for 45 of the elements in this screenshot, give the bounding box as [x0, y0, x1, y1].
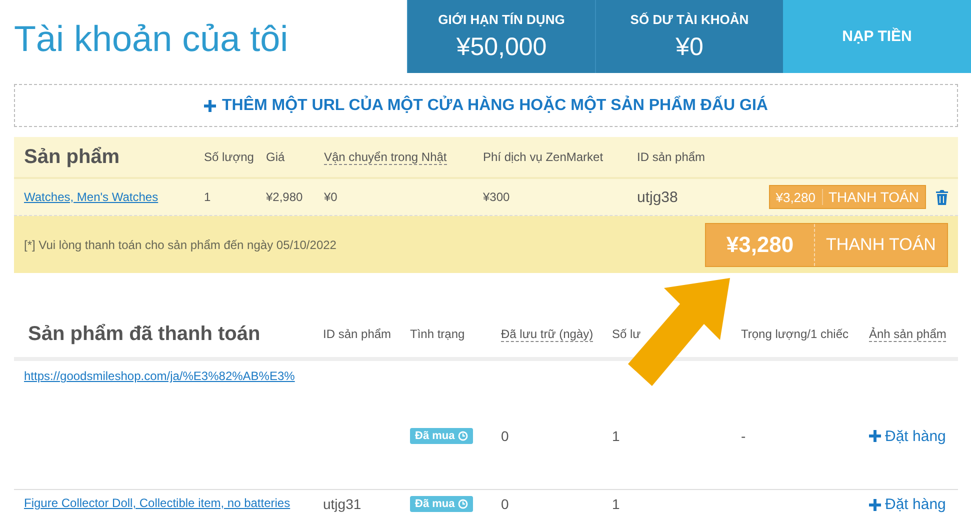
column-header: Vận chuyển trong Nhật [324, 150, 447, 164]
product-link[interactable]: Watches, Men's Watches [24, 190, 158, 204]
table-cell: utjg38 [637, 188, 678, 206]
column-header: Phí dịch vụ ZenMarket [483, 150, 604, 164]
stat-label: SỐ DƯ TÀI KHOẢN [630, 12, 749, 27]
column-header: Đã lưu trữ (ngày) [501, 326, 594, 342]
table-cell: 1 [204, 190, 211, 204]
status-badge: Đã mua [410, 496, 473, 512]
column-header: ID sản phẩm [323, 327, 392, 341]
stat-value: ¥50,000 [456, 33, 547, 62]
table-cell: 1 [612, 428, 620, 444]
table-cell: ¥0 [324, 190, 338, 204]
column-header: Tình trạng [410, 327, 465, 341]
clock-icon [458, 499, 468, 509]
column-header: Giá [266, 150, 285, 164]
product-link[interactable]: https://goodsmileshop.com/ja/%E3%82%AB%E3% [24, 369, 958, 383]
clock-icon [458, 431, 468, 441]
order-button[interactable]: Đặt hàng [869, 428, 946, 444]
plus-icon [869, 430, 881, 442]
stat-value: ¥0 [676, 33, 704, 62]
column-header: ID sản phẩm [637, 150, 706, 164]
stat-label: GIỚI HẠN TÍN DỤNG [438, 12, 565, 27]
table-cell: ¥300 [483, 190, 510, 204]
section-title: Sản phẩm [24, 146, 120, 168]
plus-icon [204, 100, 216, 112]
table-cell: 0 [501, 428, 509, 444]
table-cell: - [741, 428, 746, 444]
column-header: Trọng lượng/1 chiếc [741, 327, 849, 341]
top-up-button[interactable]: NẠP TIỀN [783, 0, 971, 73]
column-header: Số lư [612, 327, 641, 341]
order-button[interactable]: Đặt hàng [869, 496, 946, 513]
product-link[interactable]: Figure Collector Doll, Collectible item, no batteries [24, 496, 323, 510]
table-cell: 1 [612, 496, 620, 512]
column-header: Số lượng [204, 150, 254, 164]
trash-icon[interactable] [936, 190, 948, 204]
payment-note: [*] Vui lòng thanh toán cho sản phẩm đến ngày 05/10/2022 [24, 238, 336, 252]
table-cell: ¥2,980 [266, 190, 303, 204]
section-title: Sản phẩm đã thanh toán [28, 322, 260, 346]
plus-icon [869, 498, 881, 510]
table-cell: 0 [501, 496, 509, 512]
column-header: Ảnh sản phẩm [869, 326, 946, 342]
add-url-button[interactable]: THÊM MỘT URL CỦA MỘT CỬA HÀNG HOẶC MỘT SẢN PHẨM ĐẤU GIÁ [14, 84, 958, 127]
table-cell: utjg31 [323, 496, 362, 512]
page-title: Tài khoản của tôi [13, 17, 290, 61]
status-badge: Đã mua [410, 428, 473, 444]
